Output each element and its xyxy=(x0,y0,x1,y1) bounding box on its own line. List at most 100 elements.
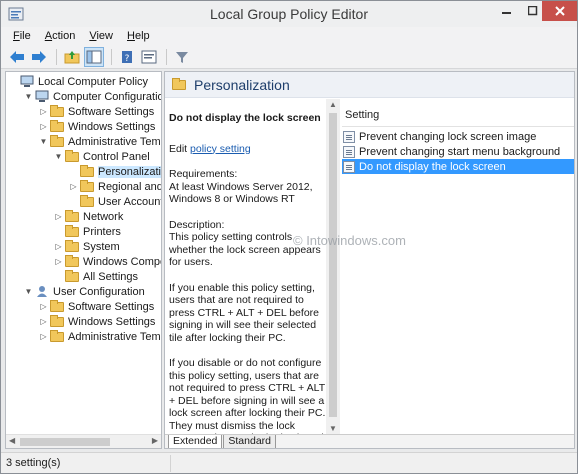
folder-icon xyxy=(49,104,65,119)
forward-arrow-icon xyxy=(32,50,46,63)
status-bar: 3 setting(s) xyxy=(1,452,577,473)
watermark: © Intowindows.com xyxy=(293,233,406,248)
tree-item-label: User Accounts xyxy=(98,195,162,208)
tree-item[interactable]: ▷ Software Settings xyxy=(38,299,154,314)
forward-button[interactable] xyxy=(29,47,49,67)
tree-item[interactable]: ▷ Administrative Templa xyxy=(38,329,161,344)
expanded-arrow-icon[interactable]: ▼ xyxy=(23,287,34,296)
close-button[interactable] xyxy=(542,1,577,21)
menu-action[interactable]: Action xyxy=(38,30,83,42)
collapsed-arrow-icon[interactable]: ▷ xyxy=(38,317,49,326)
scroll-up-icon[interactable]: ▲ xyxy=(329,100,337,109)
list-item[interactable]: Prevent changing lock screen image xyxy=(342,129,574,144)
view-tabs: Extended Standard xyxy=(165,434,574,448)
filter-button[interactable] xyxy=(172,47,192,67)
properties-icon xyxy=(141,50,157,63)
menu-help[interactable]: Help xyxy=(120,30,157,42)
extended-description: Do not display the lock screen Edit poli… xyxy=(165,99,327,434)
scroll-thumb[interactable] xyxy=(329,113,337,417)
expanded-arrow-icon[interactable]: ▼ xyxy=(38,137,49,146)
up-one-level-button[interactable] xyxy=(62,47,82,67)
help-button[interactable]: ? xyxy=(117,47,137,67)
filter-icon xyxy=(176,51,188,63)
tree-item[interactable]: ▼ Administrative Templa xyxy=(38,134,161,149)
title-bar: Local Group Policy Editor xyxy=(1,1,577,27)
svg-text:?: ? xyxy=(125,54,130,64)
tree-item[interactable]: ▷ Windows Compon xyxy=(53,254,161,269)
requirements-block: Requirements: At least Windows Server 201… xyxy=(169,168,327,206)
toolbar-separator xyxy=(111,48,112,65)
tree-item[interactable]: ▷ System xyxy=(53,239,120,254)
folder-icon xyxy=(49,314,65,329)
collapsed-arrow-icon[interactable]: ▷ xyxy=(38,302,49,311)
tree-item[interactable]: Printers xyxy=(53,224,121,239)
policy-setting-icon xyxy=(343,145,355,158)
folder-icon xyxy=(79,179,95,194)
expanded-arrow-icon[interactable]: ▼ xyxy=(23,92,34,101)
details-header-title: Personalization xyxy=(194,76,290,93)
show-hide-tree-icon xyxy=(86,50,102,63)
folder-icon xyxy=(64,254,80,269)
tree-item[interactable]: ▼ Control Panel xyxy=(53,149,150,164)
console-tree: Local Computer Policy ▼ Computer Configura… xyxy=(5,71,162,449)
tree-horizontal-scrollbar[interactable]: ◀ ▶ xyxy=(6,434,161,448)
back-button[interactable] xyxy=(7,47,27,67)
tree-item[interactable]: User Accounts xyxy=(68,194,162,209)
menu-file[interactable]: File xyxy=(6,30,38,42)
collapsed-arrow-icon[interactable]: ▷ xyxy=(53,242,64,251)
details-header: Personalization xyxy=(165,72,574,98)
folder-icon xyxy=(64,269,80,284)
list-item[interactable]: Prevent changing start menu background xyxy=(342,144,574,159)
computer-icon xyxy=(34,90,50,104)
collapsed-arrow-icon[interactable]: ▷ xyxy=(38,122,49,131)
edit-policy-link[interactable]: policy setting xyxy=(190,143,251,155)
show-hide-tree-button[interactable] xyxy=(84,46,104,67)
tree-item[interactable]: ▷ Windows Settings xyxy=(38,119,155,134)
status-text: 3 setting(s) xyxy=(6,454,171,472)
minimize-button[interactable] xyxy=(494,1,520,21)
tree-item[interactable]: Personalization xyxy=(68,164,161,179)
tab-standard[interactable]: Standard xyxy=(223,435,276,448)
app-window: Local Group Policy Editor File Action Vi… xyxy=(0,0,578,474)
tree-item[interactable]: ▷ Software Settings xyxy=(38,104,154,119)
folder-icon xyxy=(79,164,95,179)
folder-icon xyxy=(64,149,80,164)
tree-item[interactable]: All Settings xyxy=(53,269,138,284)
expanded-arrow-icon[interactable]: ▼ xyxy=(53,152,64,161)
settings-list: Setting Prevent changing lock screen ima… xyxy=(342,99,574,434)
list-item-selected[interactable]: Do not display the lock screen xyxy=(342,159,574,174)
tree-item-label: Printers xyxy=(83,225,121,238)
scroll-thumb[interactable] xyxy=(20,438,110,446)
collapsed-arrow-icon[interactable]: ▷ xyxy=(53,257,64,266)
tree-item[interactable]: ▷ Network xyxy=(53,209,123,224)
properties-button[interactable] xyxy=(139,47,159,67)
window-title: Local Group Policy Editor xyxy=(210,6,368,22)
description-scrollbar[interactable]: ▲ ▼ xyxy=(326,99,340,434)
collapsed-arrow-icon[interactable]: ▷ xyxy=(68,182,79,191)
tree-item[interactable]: ▷ Windows Settings xyxy=(38,314,155,329)
folder-icon xyxy=(49,299,65,314)
user-icon xyxy=(34,285,50,299)
requirements-label: Requirements: xyxy=(169,168,238,180)
collapsed-arrow-icon[interactable]: ▷ xyxy=(38,107,49,116)
scroll-down-icon[interactable]: ▼ xyxy=(329,424,337,433)
description-label: Description: xyxy=(169,218,225,231)
requirements-text: At least Windows Server 2012, Windows 8 … xyxy=(169,180,313,206)
collapsed-arrow-icon[interactable]: ▷ xyxy=(53,212,64,221)
tab-extended[interactable]: Extended xyxy=(168,435,223,448)
column-header-setting[interactable]: Setting xyxy=(342,109,379,125)
computer-icon xyxy=(19,75,35,89)
menu-bar: File Action View Help xyxy=(1,27,577,45)
tree-item-label: Windows Compon xyxy=(83,255,161,268)
tree-item-label: Administrative Templa xyxy=(68,135,161,148)
tree-item[interactable]: ▷ Regional and L xyxy=(68,179,161,194)
menu-view[interactable]: View xyxy=(82,30,120,42)
collapsed-arrow-icon[interactable]: ▷ xyxy=(38,332,49,341)
scroll-left-icon[interactable]: ◀ xyxy=(9,436,15,445)
scroll-right-icon[interactable]: ▶ xyxy=(152,436,158,445)
tree-item[interactable]: Local Computer Policy xyxy=(8,74,148,89)
tree-item[interactable]: ▼ User Configuration xyxy=(23,284,145,299)
up-folder-icon xyxy=(64,50,80,63)
tree-item[interactable]: ▼ Computer Configuration xyxy=(23,89,161,104)
minimize-icon xyxy=(502,12,511,14)
